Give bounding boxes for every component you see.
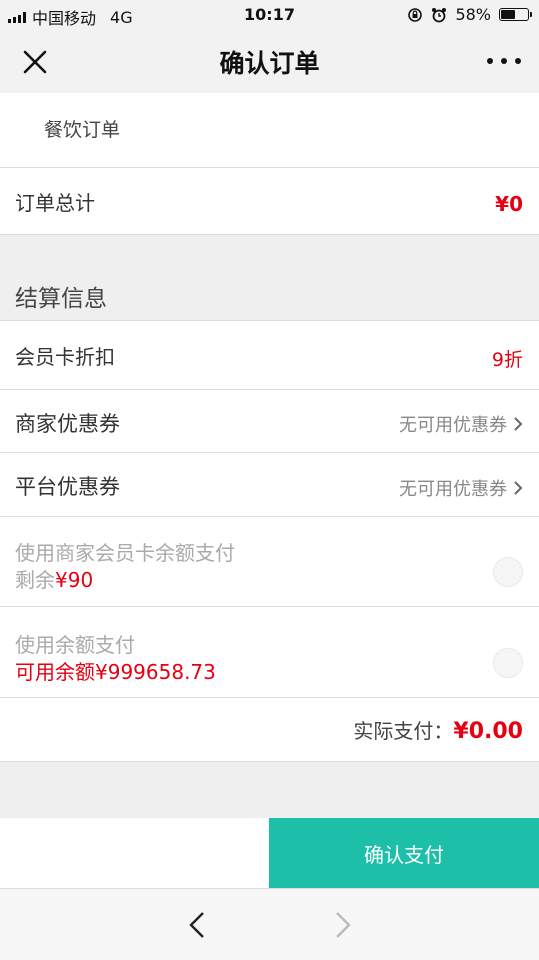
merchant-coupon-text: 无可用优惠券 bbox=[399, 415, 507, 436]
more-icon[interactable] bbox=[487, 47, 521, 75]
battery-icon bbox=[499, 8, 532, 21]
platform-coupon-value[interactable]: 无可用优惠券 bbox=[399, 475, 523, 501]
confirm-pay-button[interactable]: 确认支付 bbox=[269, 818, 539, 888]
order-category: 餐饮订单 bbox=[44, 119, 121, 141]
card-balance-radio[interactable] bbox=[493, 557, 523, 587]
settlement-section-title: 结算信息 bbox=[15, 286, 107, 312]
platform-coupon-text: 无可用优惠券 bbox=[399, 479, 507, 500]
alarm-icon bbox=[432, 7, 447, 22]
actual-pay-label: 实际支付： bbox=[353, 719, 454, 743]
order-total-value: ¥0 bbox=[495, 192, 523, 216]
status-right: 58% bbox=[407, 5, 532, 24]
card-balance-remaining: 剩余¥90 bbox=[15, 564, 93, 593]
member-discount-value: 9折 bbox=[491, 349, 523, 371]
member-discount-label: 会员卡折扣 bbox=[15, 345, 115, 369]
card-balance-remaining-prefix: 剩余 bbox=[15, 568, 55, 592]
back-arrow-icon[interactable] bbox=[186, 911, 210, 939]
forward-arrow-icon[interactable] bbox=[330, 911, 354, 939]
nav-bar: 确认订单 bbox=[0, 30, 539, 93]
platform-coupon-label: 平台优惠券 bbox=[15, 475, 120, 499]
order-card: 餐饮订单 订单总计 ¥0 bbox=[0, 93, 539, 235]
battery-percent: 58% bbox=[455, 5, 491, 24]
chevron-right-icon bbox=[514, 481, 523, 495]
merchant-coupon-value[interactable]: 无可用优惠券 bbox=[399, 411, 523, 437]
browser-nav-bar bbox=[0, 888, 539, 960]
card-balance-row: 使用商家会员卡余额支付 剩余¥90 bbox=[0, 517, 539, 607]
member-discount-row: 会员卡折扣 9折 bbox=[0, 321, 539, 390]
settlement-card: 会员卡折扣 9折 商家优惠券 无可用优惠券 平台优惠券 无可用优惠券 使用商家会… bbox=[0, 320, 539, 762]
orientation-lock-icon bbox=[408, 7, 423, 22]
platform-coupon-row[interactable]: 平台优惠券 无可用优惠券 bbox=[0, 453, 539, 517]
balance-pay-row: 使用余额支付 可用余额¥999658.73 bbox=[0, 607, 539, 698]
balance-pay-label: 使用余额支付 bbox=[15, 633, 135, 657]
actual-pay-row: 实际支付： ¥0.00 bbox=[0, 698, 539, 761]
actual-pay-value: ¥0.00 bbox=[453, 719, 523, 744]
balance-available: 可用余额¥999658.73 bbox=[15, 660, 216, 684]
actual-pay-text: 实际支付： ¥0.00 bbox=[353, 715, 523, 744]
merchant-coupon-label: 商家优惠券 bbox=[15, 412, 120, 436]
card-balance-label: 使用商家会员卡余额支付 bbox=[15, 541, 235, 565]
bottom-action-bar: 确认支付 bbox=[0, 818, 539, 888]
order-total-label: 订单总计 bbox=[15, 191, 95, 215]
merchant-coupon-row[interactable]: 商家优惠券 无可用优惠券 bbox=[0, 390, 539, 453]
order-total-row: 订单总计 ¥0 bbox=[0, 168, 539, 234]
order-category-row: 餐饮订单 bbox=[0, 93, 539, 168]
card-balance-remaining-value: ¥90 bbox=[55, 568, 94, 592]
balance-pay-radio[interactable] bbox=[493, 648, 523, 678]
status-bar: 中国移动 4G 10:17 58% bbox=[0, 0, 539, 30]
page-title: 确认订单 bbox=[219, 49, 320, 78]
chevron-right-icon bbox=[514, 417, 523, 431]
